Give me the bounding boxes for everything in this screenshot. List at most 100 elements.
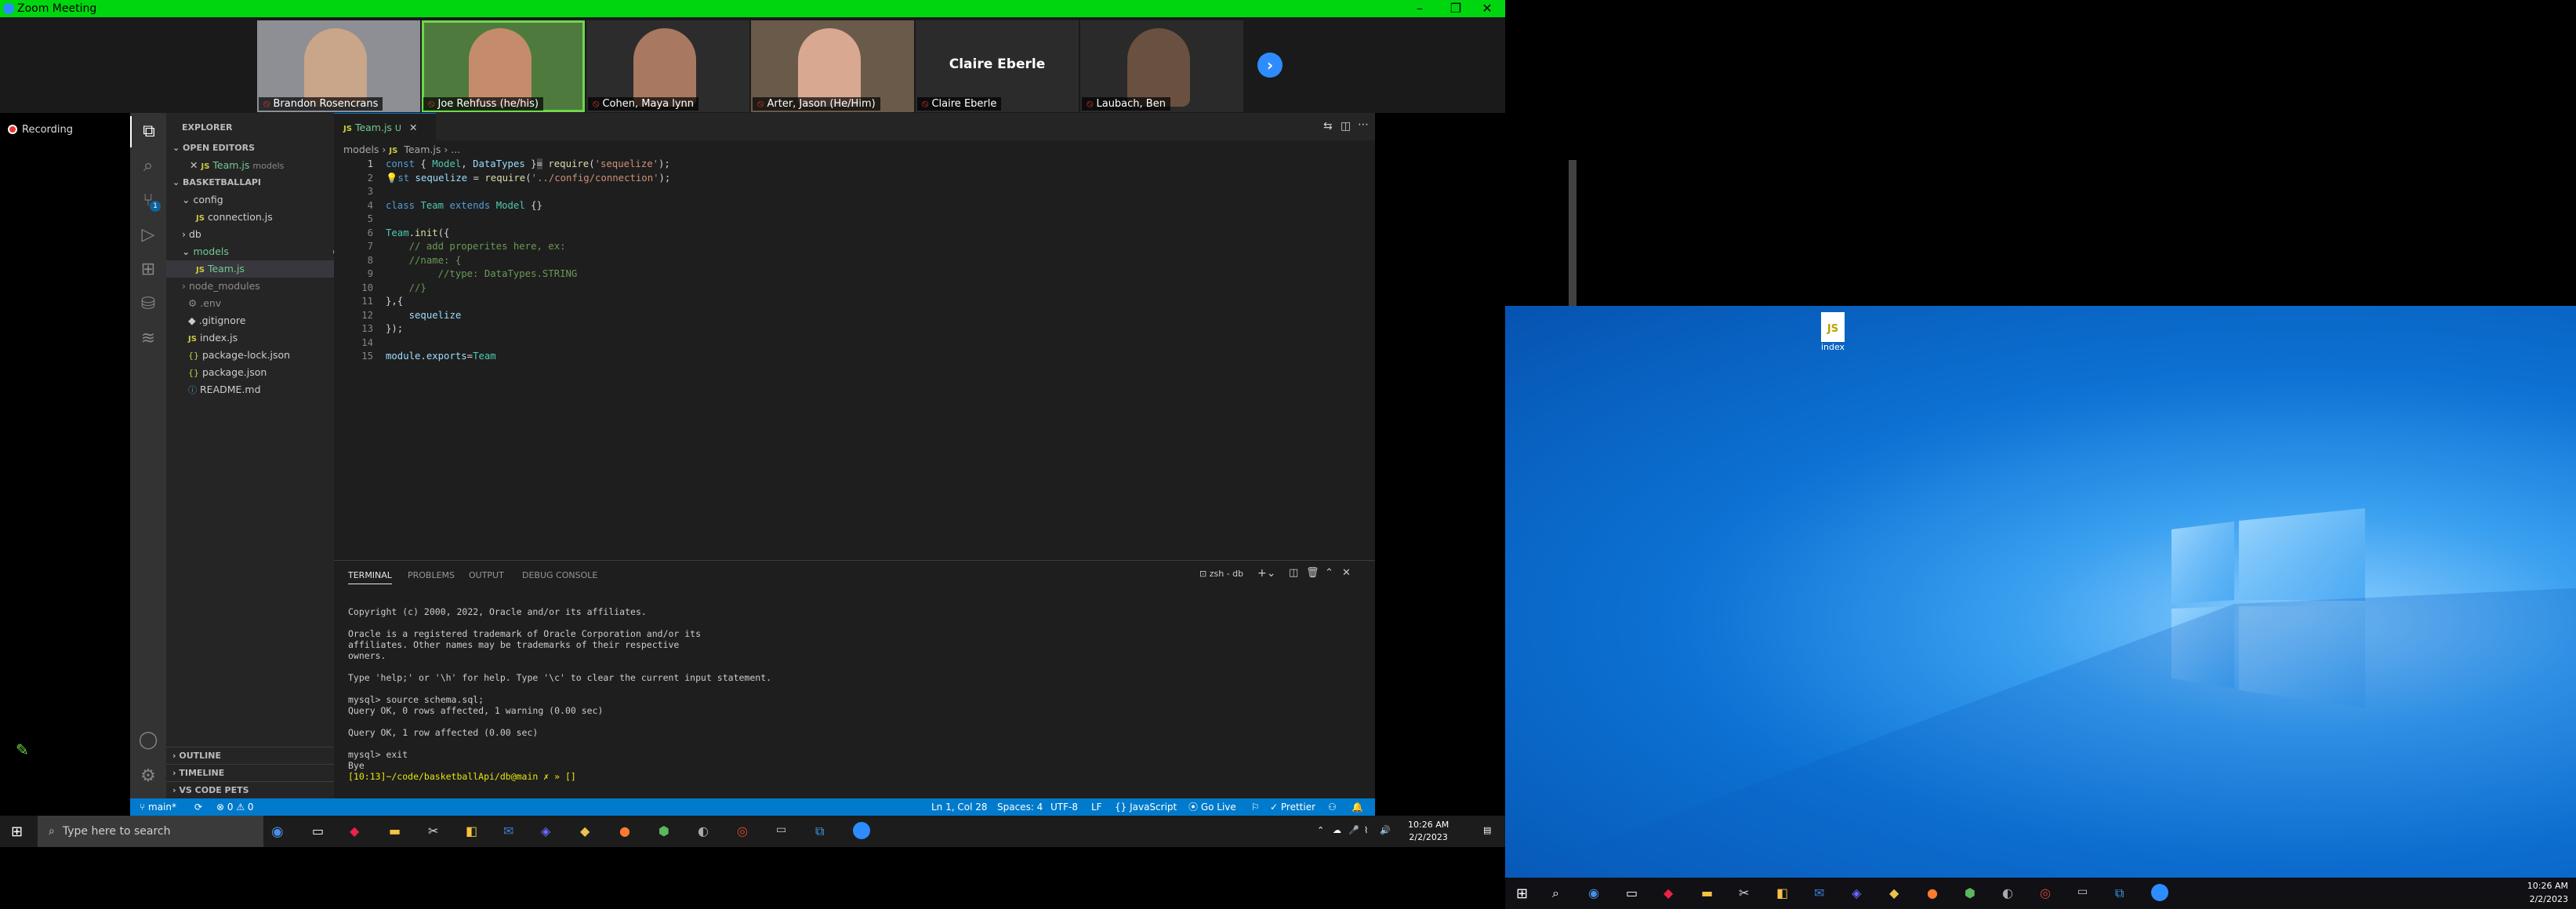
split-editor-icon[interactable]: ◫ [1341, 120, 1351, 133]
edge-icon[interactable]: ◉ [1588, 885, 1599, 900]
vscode-icon[interactable]: ⧉ [2115, 885, 2124, 901]
close-icon[interactable]: ✕ [190, 159, 198, 171]
mail-icon[interactable]: ✉ [1814, 885, 1824, 900]
terminal-icon[interactable]: ▭ [776, 824, 786, 836]
notification-center-icon[interactable]: ▤ [1483, 825, 1491, 835]
outline-header[interactable]: › OUTLINE [166, 747, 340, 765]
source-control-icon[interactable]: ⑂ 1 [130, 185, 166, 216]
tab-debug-console[interactable]: DEBUG CONSOLE [522, 570, 597, 580]
prettier-status[interactable]: ✓ Prettier [1270, 798, 1315, 816]
network-icon[interactable]: ⌇ [1364, 825, 1368, 835]
snip-tool-icon[interactable]: ✂ [1739, 885, 1749, 900]
task-view-icon[interactable]: ▭ [1626, 885, 1638, 900]
file-explorer-icon[interactable]: ▬ [1701, 885, 1713, 900]
feedback-icon[interactable]: ⚐ [1251, 798, 1260, 816]
participant-tile[interactable]: ⦸ Laubach, Ben [1080, 20, 1243, 112]
recording-indicator[interactable]: Recording [8, 124, 73, 136]
breadcrumb-item[interactable]: models [343, 144, 379, 155]
app-icon[interactable]: ◐ [698, 824, 709, 838]
run-debug-icon[interactable]: ▷ [130, 220, 166, 251]
snip-tool-icon[interactable]: ✂ [428, 824, 438, 838]
task-view-icon[interactable]: ▭ [312, 824, 324, 838]
app-icon[interactable]: ◈ [541, 824, 550, 838]
taskbar-search[interactable]: ⌕ Type here to search [38, 816, 263, 847]
mic-icon[interactable]: 🎤 [1348, 825, 1359, 835]
close-icon[interactable]: ✕ [1469, 0, 1505, 17]
folder-config[interactable]: ⌄ config [166, 191, 350, 209]
branch-status[interactable]: ⑂ main* [140, 798, 176, 816]
sync-icon[interactable]: ⟳ [194, 798, 202, 816]
indentation-status[interactable]: Spaces: 4 [997, 798, 1043, 816]
folder-node-modules[interactable]: › node_modules [166, 278, 350, 295]
firefox-icon[interactable]: ● [1927, 885, 1938, 900]
timeline-header[interactable]: › TIMELINE [166, 764, 340, 782]
vscode-icon[interactable]: ⧉ [815, 824, 824, 839]
file-explorer-icon[interactable]: ▬ [389, 824, 401, 838]
store-icon[interactable]: ◧ [466, 824, 477, 838]
app-icon[interactable]: ◐ [2002, 885, 2013, 900]
language-mode[interactable]: {} JavaScript [1115, 798, 1177, 816]
firefox-icon[interactable]: ● [619, 824, 630, 838]
nodejs-icon[interactable]: ⬢ [659, 824, 669, 838]
nodejs-icon[interactable]: ⬢ [1965, 885, 1976, 900]
app-red-icon[interactable]: ◆ [1664, 885, 1673, 900]
mail-icon[interactable]: ✉ [503, 824, 513, 838]
chrome-icon[interactable]: ◎ [2040, 885, 2051, 900]
participant-tile[interactable]: ⦸ Brandon Rosencrans [257, 20, 420, 112]
eol-status[interactable]: LF [1091, 798, 1102, 816]
compare-icon[interactable]: ⇆ [1323, 120, 1333, 133]
project-header[interactable]: ⌄ BASKETBALLAPI [166, 174, 340, 191]
breadcrumb-item[interactable]: ... [451, 144, 460, 155]
store-icon[interactable]: ◧ [1776, 885, 1788, 900]
app-red-icon[interactable]: ◆ [350, 824, 359, 838]
open-editors-header[interactable]: ⌄ OPEN EDITORS [166, 140, 340, 157]
open-editor-item[interactable]: ✕ JSTeam.js models U [166, 157, 357, 174]
settings-gear-icon[interactable]: ⚙ [130, 761, 166, 792]
app-icon[interactable]: ◆ [580, 824, 590, 838]
zoom-taskbar-icon[interactable] [853, 822, 870, 839]
terminal-icon[interactable]: ▭ [2077, 885, 2088, 898]
next-page-button[interactable]: › [1257, 53, 1283, 78]
search-icon[interactable]: ⌕ [130, 151, 166, 182]
participant-tile[interactable]: ⦸ Joe Rehfuss (he/his) [422, 20, 585, 112]
file-readme[interactable]: ⓘ README.md [166, 381, 356, 398]
new-terminal-icon[interactable]: +⌄ [1257, 567, 1275, 580]
file-package-lock[interactable]: {} package-lock.json [166, 347, 356, 364]
clock-left[interactable]: 10:26 AM 2/2/2023 [1408, 819, 1449, 844]
close-panel-icon[interactable]: ✕ [1342, 567, 1351, 579]
file-package[interactable]: {} package.json [166, 364, 356, 381]
notifications-icon[interactable]: 🔔 [1351, 798, 1363, 816]
desktop-file-index[interactable]: JS index [1817, 312, 1849, 352]
tab-terminal[interactable]: TERMINAL [348, 570, 392, 584]
annotate-pencil-icon[interactable]: ✎ [16, 740, 29, 759]
extensions-icon[interactable]: ⊞ [130, 254, 166, 285]
file-gitignore[interactable]: ◆ .gitignore [166, 312, 356, 329]
app-icon[interactable]: ◈ [1852, 885, 1861, 900]
more-actions-icon[interactable]: ⋯ [1358, 118, 1369, 131]
clock-right[interactable]: 10:26 AM 2/2/2023 [2527, 879, 2568, 906]
tab-problems[interactable]: PROBLEMS [408, 570, 455, 580]
go-live-button[interactable]: ⦿ Go Live [1188, 798, 1236, 816]
cloud-icon[interactable]: ☁ [1333, 825, 1341, 835]
database-icon[interactable]: ⛁ [130, 289, 166, 320]
folder-db[interactable]: › db [166, 226, 350, 243]
zoom-taskbar-icon[interactable] [2151, 884, 2168, 901]
participant-tile[interactable]: ⦸ Cohen, Maya lynn [586, 20, 749, 112]
app-icon[interactable]: ◆ [1889, 885, 1899, 900]
tab-output[interactable]: OUTPUT [469, 570, 504, 580]
split-terminal-icon[interactable]: ◫ [1289, 567, 1298, 579]
folder-models[interactable]: ⌄ models● [166, 243, 350, 260]
close-tab-icon[interactable]: ✕ [409, 122, 417, 133]
edge-icon[interactable]: ◉ [271, 824, 284, 840]
participant-tile[interactable]: ⦸ Arter, Jason (He/Him) [751, 20, 914, 112]
file-index[interactable]: JS index.js [166, 329, 356, 347]
code-pets-header[interactable]: › VS CODE PETS [166, 781, 340, 799]
search-icon[interactable]: ⌕ [1552, 885, 1559, 901]
tray-chevron-icon[interactable]: ⌃ [1317, 825, 1324, 835]
breadcrumb-item[interactable]: Team.js [404, 144, 441, 155]
minimize-icon[interactable]: – [1402, 0, 1438, 17]
encoding-status[interactable]: UTF-8 [1050, 798, 1078, 816]
layers-icon[interactable]: ≋ [130, 323, 166, 355]
file-env[interactable]: ⚙ .env [166, 295, 356, 312]
windows-start-icon[interactable]: ⊞ [1516, 885, 1528, 902]
